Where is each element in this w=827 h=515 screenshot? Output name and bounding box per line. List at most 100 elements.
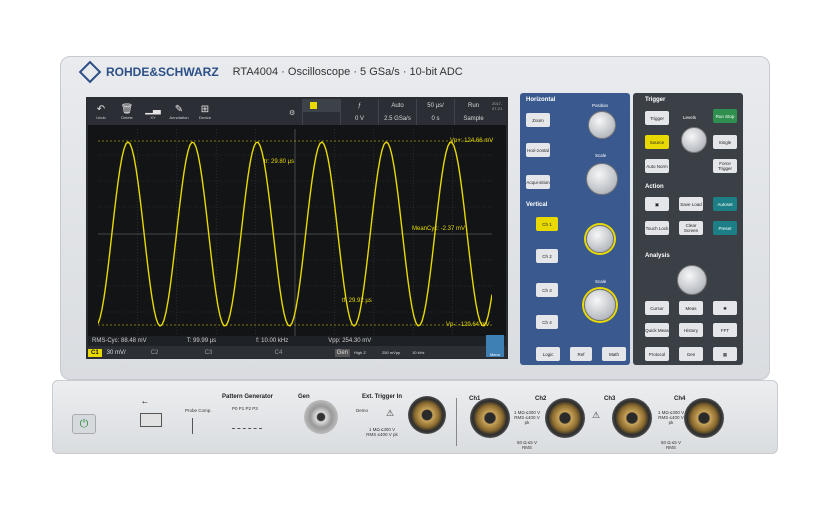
zoom-button[interactable]: Zoom — [526, 113, 550, 127]
single-button[interactable]: Single — [713, 135, 737, 149]
acquisition-status[interactable]: ƒ Auto 50 µs/ Run 0 V 2.5 GSa/s 0 s Samp… — [302, 99, 492, 125]
ch1-button[interactable]: Ch 1 — [536, 217, 558, 231]
xy-button[interactable]: ▁▃ XY — [140, 99, 166, 125]
ch3-tag[interactable]: C3 — [205, 350, 275, 356]
cursor-button[interactable]: Cursor — [645, 301, 669, 315]
waveform-display[interactable] — [98, 129, 492, 339]
camera-icon: ▣ — [654, 201, 660, 207]
gen-amplitude: 250 mVpp — [382, 350, 401, 355]
pencil-icon: ✎ — [174, 103, 184, 115]
probe-comp-pins[interactable] — [192, 418, 209, 434]
ext-trigger-connector[interactable] — [408, 396, 446, 434]
ref-button[interactable]: Ref — [570, 347, 592, 361]
preset-button[interactable]: Preset — [713, 221, 737, 235]
meas-button[interactable]: Meas — [679, 301, 703, 315]
ch34-spec-b: 50 Ω ≤5 V RMS — [660, 440, 682, 450]
warning-icon: ⚠ — [592, 410, 601, 420]
rs-logo-icon — [78, 60, 102, 84]
gen-button[interactable]: Gen — [679, 347, 703, 361]
force-trigger-button[interactable]: Force Trigger — [713, 159, 737, 173]
trigger-action-analysis-panel: Trigger Trigger Source Auto Norm Levels … — [633, 93, 743, 365]
gen-output-label: Gen — [298, 394, 310, 400]
ch4-label: Ch4 — [674, 396, 686, 402]
ch1-tag[interactable]: C1 — [88, 348, 102, 357]
model-line: RTA4004 · Oscilloscope · 5 GSa/s · 10-bi… — [232, 66, 463, 78]
quick-meas-button[interactable]: Quick Meas — [645, 323, 669, 337]
history-button[interactable]: History — [679, 323, 703, 337]
ch4-tag[interactable]: C4 — [275, 350, 335, 356]
undo-icon: ↶ — [96, 103, 106, 115]
date-readout: 2017-07-21 — [492, 101, 503, 111]
ch3-connector[interactable] — [612, 398, 652, 438]
acquisition-button[interactable]: Acqui-sition — [526, 175, 550, 189]
analysis-title: Analysis — [645, 253, 670, 259]
brand-header: ROHDE&SCHWARZ RTA4004 · Oscilloscope · 5… — [78, 60, 463, 84]
wave-info: High Z — [354, 350, 366, 355]
autoset-button[interactable]: Autoset — [713, 197, 737, 211]
fft-button[interactable]: FFT — [713, 323, 737, 337]
math-button[interactable]: Math — [602, 347, 626, 361]
action-title: Action — [645, 184, 664, 190]
trigger-button[interactable]: Trigger — [645, 111, 669, 125]
pattern-pins-label: P0 P1 P2 P3 — [232, 406, 258, 411]
protocol-button[interactable]: Protocol — [645, 347, 669, 361]
clear-screen-button[interactable]: Clear Screen — [679, 221, 703, 235]
position-knob[interactable] — [588, 111, 616, 139]
intensity-icon: ✺ — [723, 305, 727, 311]
trigger-level-knob[interactable] — [681, 127, 707, 153]
ch3-button[interactable]: Ch 3 — [536, 283, 558, 297]
source-button[interactable]: Source — [645, 135, 669, 149]
oscilloscope-screen: ↶ Undo 🗑 Delete ▁▃ XY ✎ Annotation ⊞ Device ƒ… — [86, 97, 508, 359]
ch2-button[interactable]: Ch 2 — [536, 249, 558, 263]
trash-icon: 🗑 — [120, 103, 134, 115]
save-load-button[interactable]: Save Load — [679, 197, 703, 211]
ch34-spec-a: 1 MΩ ≤300 V RMS ≤400 V pk — [657, 410, 685, 425]
screen-toolbar: ↶ Undo 🗑 Delete ▁▃ XY ✎ Annotation ⊞ Device ƒ… — [88, 99, 506, 125]
ch2-tag[interactable]: C2 — [151, 350, 205, 356]
warning-icon: ⚠ — [386, 408, 395, 418]
screenshot-button[interactable]: ▣ — [645, 197, 669, 211]
pattern-pins[interactable] — [232, 418, 262, 429]
intensity-button[interactable]: ✺ — [713, 301, 737, 315]
ch1-scale[interactable]: 30 mV/ — [102, 350, 151, 356]
auto-norm-button[interactable]: Auto Norm — [645, 159, 669, 173]
ch4-connector[interactable] — [684, 398, 724, 438]
channel-status-bar: C1 30 mV/ C2 C3 C4 Gen High Z 250 mVpp 1… — [88, 346, 506, 357]
navigation-knob[interactable] — [677, 265, 707, 295]
ch2-connector[interactable] — [545, 398, 585, 438]
horizontal-button[interactable]: Hori-zontal — [526, 143, 550, 157]
horizontal-scale-knob[interactable] — [586, 163, 618, 195]
gen-tag[interactable]: Gen — [334, 348, 351, 357]
trigger-title: Trigger — [645, 97, 666, 103]
vertical-position-knob[interactable] — [586, 225, 614, 253]
menu-button[interactable]: Menu — [486, 335, 504, 357]
horizontal-title: Horizontal — [526, 97, 556, 103]
demo-label: Demo — [356, 408, 369, 413]
vertical-title: Vertical — [526, 202, 548, 208]
rise-time-readout: tr: 29.80 µs — [264, 159, 295, 165]
ch12-spec-b: 50 Ω ≤5 V RMS — [516, 440, 538, 450]
usb-icon: ⭠ — [142, 399, 148, 406]
probe-comp-label: Probe Comp. — [185, 408, 212, 413]
vp-minus-readout: Vp-: -129.64 mV — [446, 322, 490, 328]
vp-plus-readout: Vp+: 124.66 mV — [450, 138, 494, 144]
xy-icon: ▁▃ — [145, 103, 161, 115]
vertical-scale-knob[interactable] — [584, 289, 616, 321]
ch4-button[interactable]: Ch 4 — [536, 315, 558, 329]
gen-output-connector[interactable] — [304, 400, 338, 434]
run-stop-button[interactable]: Run Stop — [713, 109, 737, 123]
delete-button[interactable]: 🗑 Delete — [114, 99, 140, 125]
usb-port[interactable] — [140, 413, 162, 427]
ch3-label: Ch3 — [604, 396, 616, 402]
ch1-connector[interactable] — [470, 398, 510, 438]
mean-cycle-readout: MeanCyc: -2.37 mV — [412, 226, 466, 232]
touch-lock-button[interactable]: Touch Lock — [645, 221, 669, 235]
logic-button[interactable]: Logic — [536, 347, 560, 361]
annotation-button[interactable]: ✎ Annotation — [166, 99, 192, 125]
apps-button[interactable]: ▦ — [713, 347, 737, 361]
device-button[interactable]: ⊞ Device — [192, 99, 218, 125]
gear-icon[interactable]: ⚙ — [289, 109, 295, 117]
ch2-label: Ch2 — [535, 396, 547, 402]
undo-button[interactable]: ↶ Undo — [88, 99, 114, 125]
power-button[interactable]: ⏻ — [72, 414, 96, 434]
